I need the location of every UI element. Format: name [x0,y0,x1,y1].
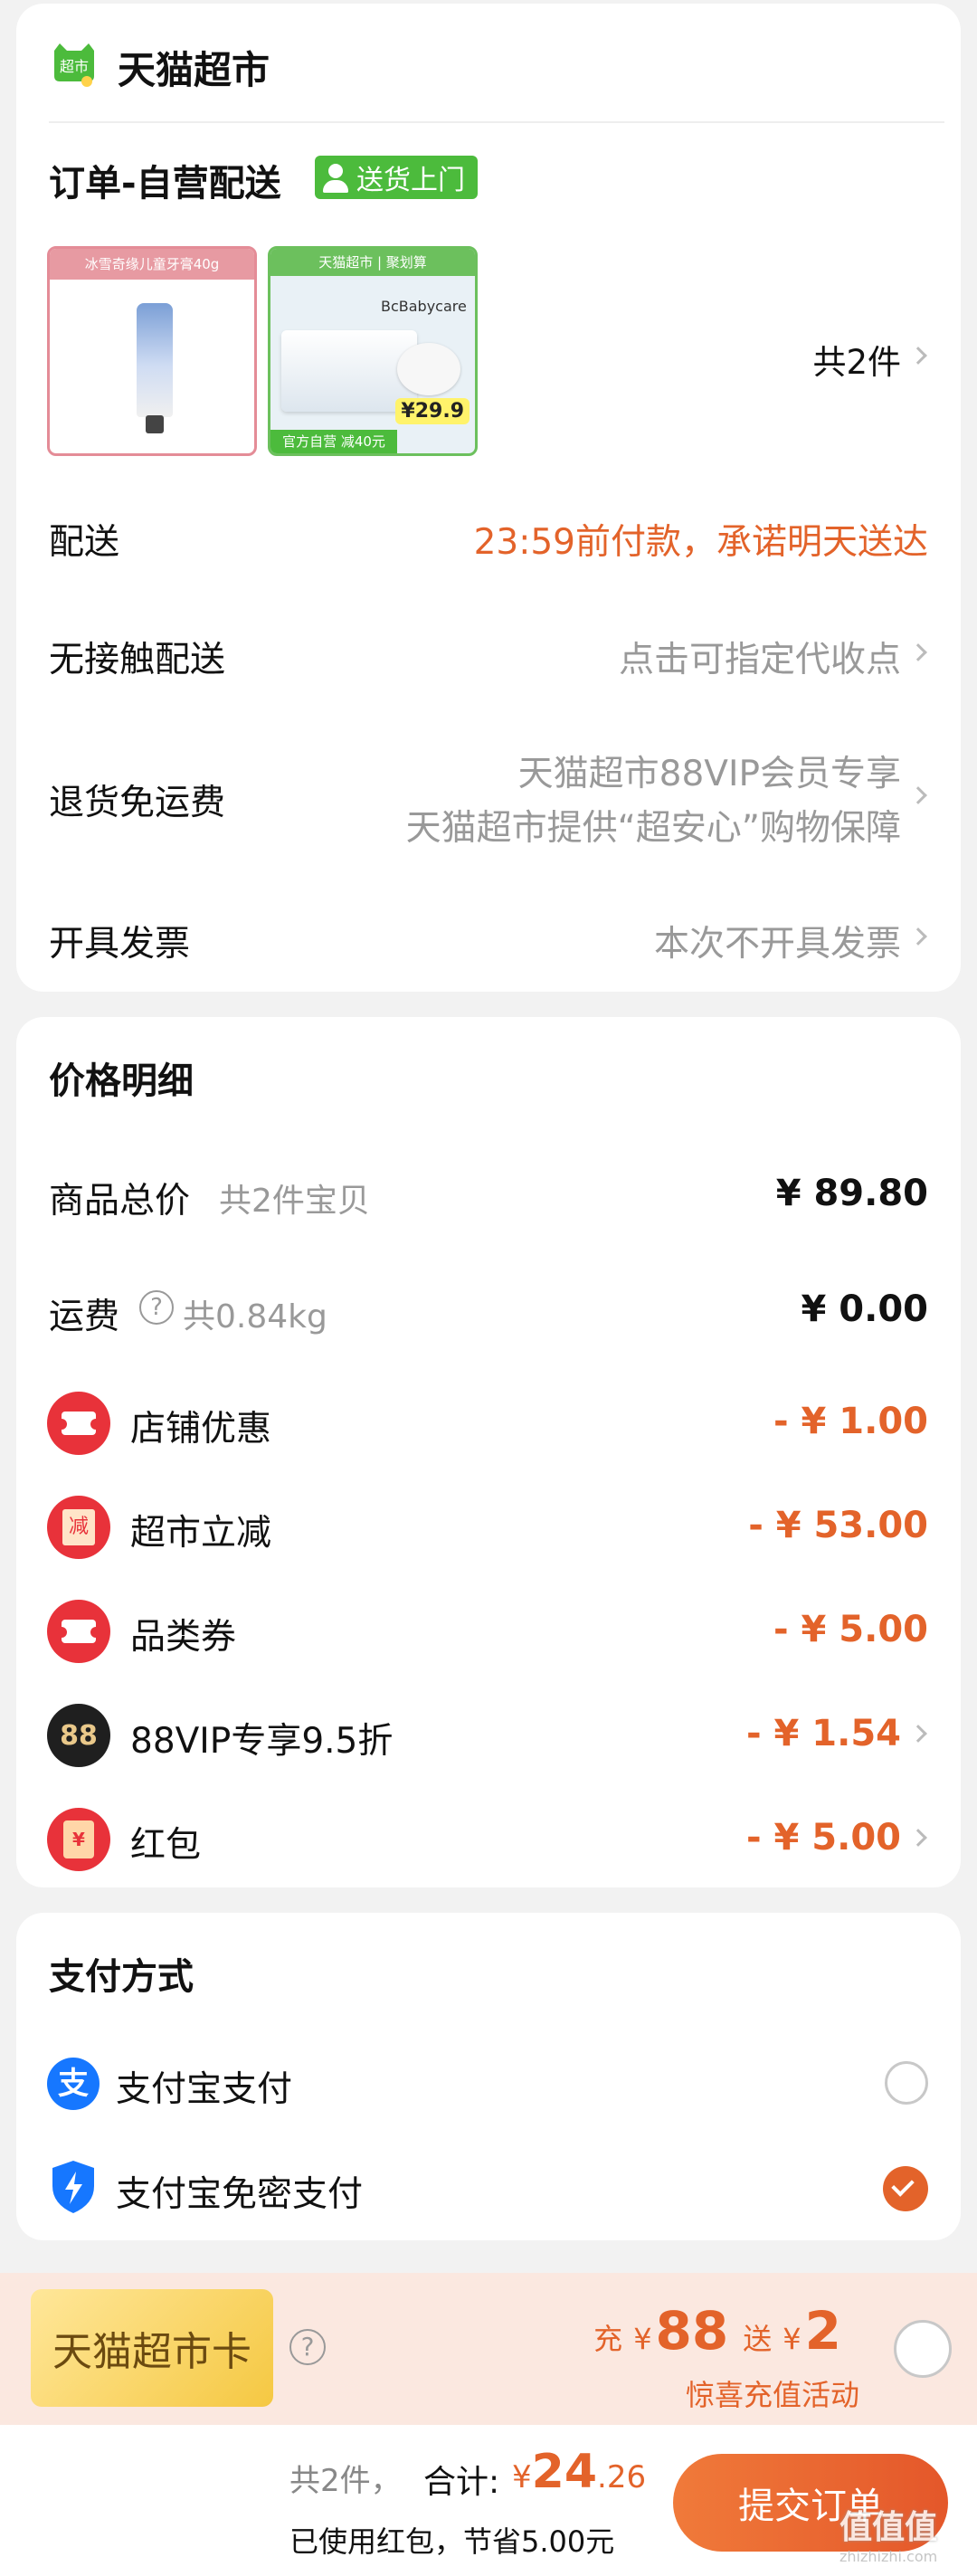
product-thumb-2-banner: 天猫超市 | 聚划算 [270,249,475,276]
chevron-right-icon [909,643,927,661]
chevron-right-icon [909,786,927,804]
store-name[interactable]: 天猫超市 [118,40,270,95]
coupon-icon [47,1392,110,1455]
coupon-icon [47,1600,110,1663]
discount-amount-market: - ¥ 53.00 [748,1505,928,1546]
delivery-label: 配送 [49,522,120,563]
discount-label-redpacket[interactable]: 红包 [130,1817,201,1868]
help-circle-icon[interactable]: ? [139,1290,174,1325]
help-circle-icon[interactable]: ? [289,2329,326,2365]
product-price-tag: ¥29.9 [395,398,470,424]
order-card: 超市 天猫超市 订单-自营配送 送货上门 冰雪奇缘儿童牙膏40g 天猫超市 | … [16,4,961,992]
contactless-value[interactable]: 点击可指定代收点 [619,632,901,682]
charge-offer: 充 ¥ 88 送 ¥ 2 [593,2300,841,2362]
shipping-value: ¥ 0.00 [801,1288,928,1330]
footer-saved: 已使用红包，节省5.00元 [289,2524,615,2559]
payment-card: 支付方式 支 支付宝支付 支付宝免密支付 [16,1913,961,2240]
order-title: 订单-自营配送 [49,163,281,204]
price-card: 价格明细 商品总价 共2件宝贝 ¥ 89.80 运费 ? 共0.84kg ¥ 0… [16,1017,961,1887]
store-logo-icon: 超市 [49,42,100,87]
toothpaste-image [137,303,173,417]
return-label: 退货免运费 [49,783,226,823]
item-count[interactable]: 共2件 [812,335,901,384]
discount-amount-88vip[interactable]: - ¥ 1.54 [746,1713,901,1754]
alipay-nopwd-label[interactable]: 支付宝免密支付 [116,2166,363,2217]
return-value-line1[interactable]: 天猫超市88VIP会员专享 [518,746,901,796]
person-icon [322,162,349,193]
discount-amount-redpacket[interactable]: - ¥ 5.00 [746,1817,901,1858]
promo-radio[interactable] [894,2320,952,2378]
product-thumb-2-bottom: 官方自营 减40元 [270,430,397,453]
activity-label: 惊喜充值活动 [685,2378,859,2412]
footer-total-label: 合计: [423,2464,500,2501]
product-thumb-1-banner: 冰雪奇缘儿童牙膏40g [50,249,254,280]
delivery-tag-label: 送货上门 [356,165,465,196]
chevron-right-icon [909,1725,927,1743]
shipping-label: 运费 [49,1297,120,1337]
discount-label-category: 品类券 [130,1617,237,1658]
payment-title: 支付方式 [49,1956,194,1998]
delivery-tag: 送货上门 [315,156,478,199]
red-packet-icon: ¥ [47,1808,110,1871]
return-value-line2[interactable]: 天猫超市提供“超安心”购物保障 [406,800,901,851]
supermarket-card-badge[interactable]: 天猫超市卡 [31,2289,273,2407]
svg-text:超市: 超市 [60,58,89,75]
watermark-logo: 值值值 zhizhizhi.com [839,2509,938,2565]
footer-bar: 共2件， 合计: ¥ 24 .26 已使用红包，节省5.00元 提交订单 值值值… [0,2425,977,2576]
goods-total-label: 商品总价 [49,1181,191,1221]
checkmark-icon [891,2173,915,2197]
chevron-right-icon [909,1829,927,1847]
reduce-icon: 减 [47,1496,110,1559]
seal-image [397,343,460,395]
shipping-sub: 共0.84kg [183,1298,327,1336]
goods-total-sub: 共2件宝贝 [219,1183,370,1220]
invoice-value[interactable]: 本次不开具发票 [654,916,901,966]
discount-amount-store: - ¥ 1.00 [773,1401,928,1442]
product-thumb-2-brand: BcBabycare [381,298,467,315]
discount-label-88vip[interactable]: 88VIP专享9.5折 [130,1713,393,1763]
chevron-right-icon [909,347,927,365]
alipay-radio[interactable] [885,2061,928,2105]
price-title: 价格明细 [49,1060,194,1102]
alipay-label[interactable]: 支付宝支付 [116,2061,292,2112]
discount-amount-category: - ¥ 5.00 [773,1609,928,1650]
discount-label-store: 店铺优惠 [130,1409,272,1450]
invoice-label: 开具发票 [49,924,191,965]
contactless-label: 无接触配送 [49,640,226,680]
alipay-nopwd-radio-checked[interactable] [883,2166,928,2211]
divider [49,121,944,123]
product-thumb-2[interactable]: 天猫超市 | 聚划算 BcBabycare ¥29.9 官方自营 减40元 [268,246,478,456]
discount-label-market: 超市立减 [130,1513,272,1554]
product-thumb-1[interactable]: 冰雪奇缘儿童牙膏40g [47,246,257,456]
88vip-icon: 88 [47,1704,110,1767]
promo-bar[interactable]: 天猫超市卡 ? 充 ¥ 88 送 ¥ 2 惊喜充值活动 [0,2273,977,2425]
goods-total-value: ¥ 89.80 [775,1173,928,1214]
chevron-right-icon [909,927,927,946]
footer-total-amount: ¥ 24 .26 [512,2445,647,2499]
supermarket-card-label: 天猫超市卡 [52,2329,251,2375]
alipay-icon: 支 [47,2058,100,2110]
delivery-value: 23:59前付款，承诺明天送达 [473,522,928,563]
shield-bolt-icon [49,2159,98,2215]
footer-count: 共2件， [289,2463,402,2499]
